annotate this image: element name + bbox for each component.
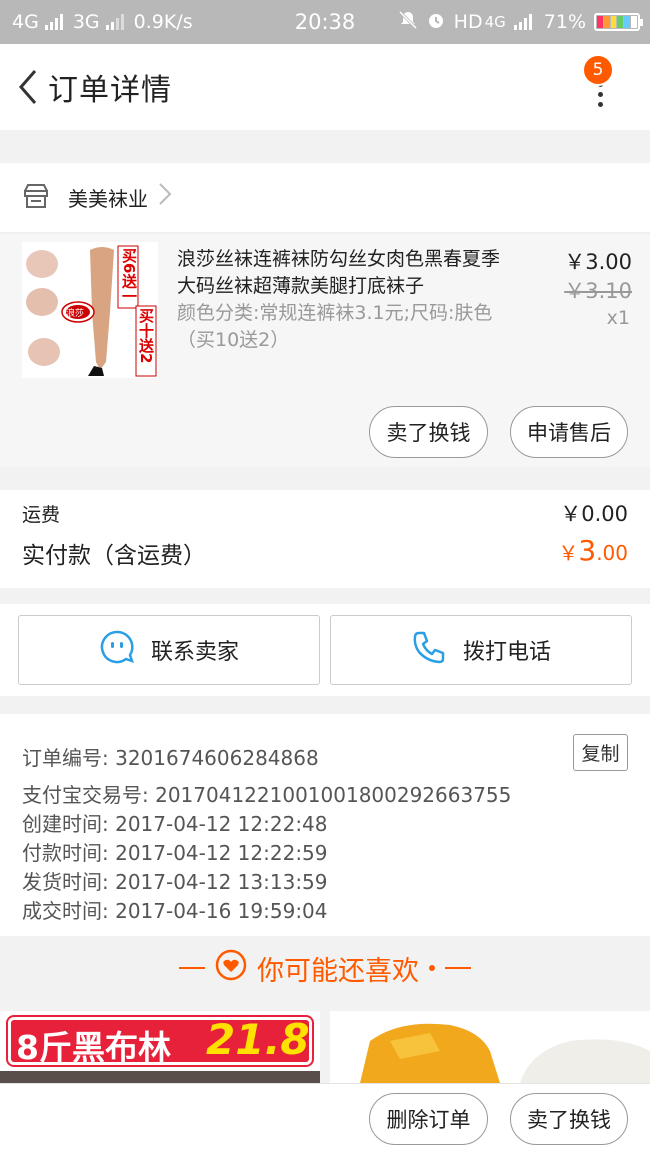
product-quantity: x1 bbox=[606, 307, 630, 329]
after-sale-button[interactable]: 申请售后 bbox=[510, 406, 628, 458]
store-icon bbox=[22, 183, 50, 213]
chat-bubble-icon bbox=[99, 629, 135, 671]
network-type-1: 4G bbox=[12, 11, 39, 33]
alipay-number: 支付宝交易号: 2017041221001001800292663755 bbox=[22, 783, 512, 807]
divider-dot bbox=[429, 965, 435, 971]
alarm-icon bbox=[426, 10, 446, 35]
signal-icon bbox=[44, 14, 63, 30]
app-header: 订单详情 5 bbox=[0, 44, 650, 130]
network-type-3: 4G bbox=[484, 13, 506, 31]
signal-icon bbox=[513, 14, 532, 30]
chevron-right-icon bbox=[158, 182, 172, 213]
more-menu-button[interactable]: 5 bbox=[582, 54, 622, 112]
completed-time: 成交时间: 2017-04-16 19:59:04 bbox=[22, 899, 328, 923]
call-phone-label: 拨打电话 bbox=[462, 640, 551, 665]
shipping-label: 运费 bbox=[22, 504, 61, 526]
recommend-item-1[interactable]: 8斤黑布林 21.8 bbox=[0, 1011, 320, 1083]
paid-decimal: .00 bbox=[596, 541, 628, 565]
recommend-item-2[interactable] bbox=[330, 1011, 650, 1083]
notification-badge: 5 bbox=[582, 54, 614, 86]
divider-line bbox=[179, 967, 205, 969]
shop-name: 美美袜业 bbox=[68, 187, 148, 211]
delete-order-button[interactable]: 删除订单 bbox=[369, 1093, 488, 1145]
more-dots-icon bbox=[598, 82, 604, 112]
mango-image bbox=[330, 1011, 650, 1083]
recommend-item-1-text: 8斤黑布林 bbox=[16, 1028, 171, 1067]
product-sku: 颜色分类:常规连裤袜3.1元;尺码:肤色（买10送2） bbox=[177, 302, 493, 351]
contact-section: 联系卖家 拨打电话 bbox=[0, 604, 650, 696]
product-item[interactable]: 浪莎 买6送一 买十送2 浪莎丝袜连裤袜防勾丝女肉色黑春夏季大码丝袜超薄款美腿打… bbox=[0, 234, 650, 467]
hd-label: HD bbox=[453, 11, 483, 33]
paid-currency: ￥ bbox=[558, 541, 579, 565]
fee-summary: 运费 ￥0.00 实付款（含运费） ￥3.00 bbox=[0, 490, 650, 588]
product-original-price: ￥3.10 bbox=[564, 279, 632, 303]
thumb-promo-2: 买十送2 bbox=[137, 308, 155, 364]
divider-line bbox=[445, 967, 471, 969]
page-title: 订单详情 bbox=[48, 73, 172, 108]
recommend-item-1-price: 21.8 bbox=[206, 1015, 310, 1064]
call-phone-button[interactable]: 拨打电话 bbox=[330, 615, 632, 685]
back-arrow-icon[interactable] bbox=[8, 62, 48, 112]
signal-icon bbox=[105, 14, 124, 30]
order-info: 订单编号: 3201674606284868 复制 支付宝交易号: 201704… bbox=[0, 714, 650, 936]
copy-button[interactable]: 复制 bbox=[573, 734, 628, 771]
contact-seller-label: 联系卖家 bbox=[150, 640, 239, 665]
paid-value: ￥3.00 bbox=[558, 534, 628, 567]
status-bar: 4G 3G 0.9K/s 20:38 HD 4G 71% bbox=[0, 0, 650, 44]
recommend-header: 你可能还喜欢 bbox=[0, 936, 650, 1000]
sell-item-button-bottom[interactable]: 卖了换钱 bbox=[510, 1093, 628, 1145]
product-thumbnail[interactable]: 浪莎 买6送一 买十送2 bbox=[22, 242, 158, 378]
heart-icon bbox=[215, 949, 247, 988]
thumb-brand: 浪莎 bbox=[66, 309, 85, 319]
paid-integer: 3 bbox=[578, 534, 597, 567]
order-number: 订单编号: 3201674606284868 bbox=[22, 746, 319, 770]
recommend-title: 你可能还喜欢 bbox=[257, 955, 419, 987]
product-price: ￥3.00 bbox=[564, 250, 632, 274]
network-type-2: 3G bbox=[72, 11, 100, 33]
shipping-value: ￥0.00 bbox=[560, 502, 628, 526]
shop-row[interactable]: 美美袜业 bbox=[0, 163, 650, 233]
paid-time: 付款时间: 2017-04-12 12:22:59 bbox=[22, 841, 328, 865]
phone-icon bbox=[411, 629, 447, 671]
bottom-action-bar: 删除订单 卖了换钱 bbox=[0, 1083, 650, 1155]
created-time: 创建时间: 2017-04-12 12:22:48 bbox=[22, 812, 328, 836]
product-title[interactable]: 浪莎丝袜连裤袜防勾丝女肉色黑春夏季大码丝袜超薄款美腿打底袜子 bbox=[177, 246, 517, 300]
mute-icon bbox=[398, 10, 418, 35]
network-speed: 0.9K/s bbox=[133, 11, 193, 33]
battery-percent: 71% bbox=[543, 11, 586, 33]
shipped-time: 发货时间: 2017-04-12 13:13:59 bbox=[22, 870, 328, 894]
thumb-promo-1: 买6送一 bbox=[120, 248, 138, 304]
battery-icon bbox=[594, 13, 643, 31]
contact-seller-button[interactable]: 联系卖家 bbox=[18, 615, 320, 685]
paid-label: 实付款（含运费） bbox=[22, 543, 206, 569]
sell-item-button[interactable]: 卖了换钱 bbox=[369, 406, 488, 458]
